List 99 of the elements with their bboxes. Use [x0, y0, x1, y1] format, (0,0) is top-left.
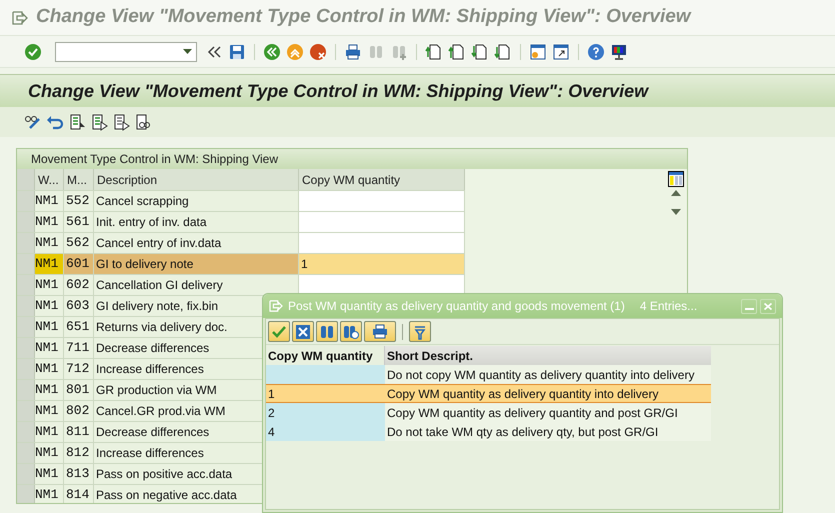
table-cell: Cancel scrapping: [94, 191, 299, 211]
find-next-button[interactable]: [340, 321, 362, 342]
screen-title: Change View "Movement Type Control in WM: Shipping View": Overview: [28, 80, 648, 103]
save-icon[interactable]: [228, 42, 246, 60]
previous-page-icon[interactable]: [448, 42, 466, 60]
column-header[interactable]: W...: [35, 169, 64, 190]
print-icon[interactable]: [344, 42, 362, 60]
table-cell: 811: [64, 422, 94, 442]
enter-icon[interactable]: [24, 42, 42, 60]
next-page-icon[interactable]: [471, 42, 489, 60]
table-cell: NM1: [35, 359, 64, 379]
display-change-icon[interactable]: [24, 113, 42, 131]
cancel-icon: [295, 324, 311, 340]
table-cell: 4: [266, 422, 385, 441]
column-header[interactable]: Copy WM quantity: [299, 169, 465, 190]
list-row[interactable]: 2 Copy WM quantity as delivery quantity and post GR/GI: [266, 403, 711, 422]
table-cell: NM1: [35, 233, 64, 253]
table-cell: Cancel entry of inv.data: [94, 233, 299, 253]
table-cell: 602: [64, 275, 94, 295]
table-cell: Do not take WM qty as delivery qty, but post GR/GI: [385, 422, 711, 441]
table-cell: 651: [64, 317, 94, 337]
table-cell: Copy WM quantity as delivery quantity and post GR/GI: [385, 403, 711, 422]
command-field[interactable]: [55, 42, 197, 62]
column-layout-icon[interactable]: [668, 171, 684, 187]
input-field[interactable]: [299, 191, 465, 211]
cancel-icon[interactable]: [309, 42, 327, 60]
table-cell: NM1: [35, 422, 64, 442]
filter-button[interactable]: [409, 321, 431, 342]
new-entries-icon[interactable]: [68, 113, 86, 131]
print-icon: [372, 324, 388, 340]
print-preview-icon[interactable]: [134, 113, 152, 131]
table-cell: NM1: [35, 275, 64, 295]
exit-icon[interactable]: [286, 42, 304, 60]
table-cell: NM1: [35, 212, 64, 232]
back-icon[interactable]: [263, 42, 281, 60]
scroll-up-icon[interactable]: [671, 190, 681, 196]
last-page-icon[interactable]: [494, 42, 512, 60]
table-cell: NM1: [35, 443, 64, 463]
column-header[interactable]: Description: [94, 169, 299, 190]
column-header[interactable]: Copy WM quantity: [266, 346, 385, 365]
table-cell: NM1: [35, 380, 64, 400]
window-icon: [12, 10, 28, 24]
table-cell: Init. entry of inv. data: [94, 212, 299, 232]
table-cell: NM1: [35, 296, 64, 316]
table-cell: 561: [64, 212, 94, 232]
input-field[interactable]: 1: [299, 254, 465, 274]
input-field[interactable]: [299, 233, 465, 253]
find-next-icon: [343, 324, 359, 340]
print-button[interactable]: [364, 321, 396, 342]
list-row[interactable]: 4 Do not take WM qty as delivery qty, but post GR/GI: [266, 422, 711, 441]
table-cell: 601: [64, 254, 94, 274]
first-page-icon[interactable]: [425, 42, 443, 60]
table-cell-text: Copy WM quantity as delivery quantity into delivery: [386, 386, 660, 402]
list-row[interactable]: Do not copy WM quantity as delivery quantity into delivery: [266, 365, 711, 384]
help-icon[interactable]: [587, 42, 605, 60]
table-cell: 813: [64, 464, 94, 484]
table-cell: NM1: [35, 401, 64, 421]
new-window-icon[interactable]: [529, 42, 547, 60]
table-caption: Movement Type Control in WM: Shipping View: [17, 149, 687, 169]
table-cell: NM1: [35, 338, 64, 358]
table-cell: 812: [64, 443, 94, 463]
ok-icon: [271, 324, 287, 340]
table-cell: 562: [64, 233, 94, 253]
table-cell: NM1: [35, 191, 64, 211]
entries-count: 4 Entries...: [640, 298, 698, 315]
table-cell: NM1: [35, 485, 64, 503]
table-cell: NM1: [35, 317, 64, 337]
column-header[interactable]: M...: [64, 169, 94, 190]
ok-button[interactable]: [268, 321, 290, 342]
table-cell: NM1: [35, 464, 64, 484]
input-field[interactable]: [299, 275, 465, 295]
shortcut-icon[interactable]: [552, 42, 570, 60]
table-cell: NM1: [35, 254, 64, 274]
monitor-icon[interactable]: [610, 42, 628, 60]
table-cell: Do not copy WM quantity as delivery quantity into delivery: [385, 365, 711, 384]
cancel-button[interactable]: [292, 321, 314, 342]
table-cell: 814: [64, 485, 94, 503]
scroll-down-icon[interactable]: [671, 209, 681, 215]
find-icon: [319, 324, 335, 340]
table-cell: 603: [64, 296, 94, 316]
list-row[interactable]: 1 Copy WM quantity as delivery quantity into delivery: [266, 384, 711, 403]
column-header[interactable]: Short Descript.: [385, 346, 711, 365]
filter-icon: [412, 324, 428, 340]
table-cell: 552: [64, 191, 94, 211]
dropdown-icon: [183, 49, 192, 54]
table-cell: 711: [64, 338, 94, 358]
table-cell-text: 1: [267, 386, 276, 402]
input-field[interactable]: [299, 212, 465, 232]
table-cell: Cancellation GI delivery: [94, 275, 299, 295]
delete-icon[interactable]: [112, 113, 130, 131]
table-cell: 712: [64, 359, 94, 379]
copy-as-icon[interactable]: [90, 113, 108, 131]
table-cell: GI to delivery note: [94, 254, 299, 274]
window-icon: [269, 300, 283, 312]
window-title: Change View "Movement Type Control in WM: Shipping View": Overview: [36, 5, 691, 30]
table-cell: 801: [64, 380, 94, 400]
table-cell: 2: [266, 403, 385, 422]
find-button[interactable]: [316, 321, 338, 342]
table-cell: 802: [64, 401, 94, 421]
